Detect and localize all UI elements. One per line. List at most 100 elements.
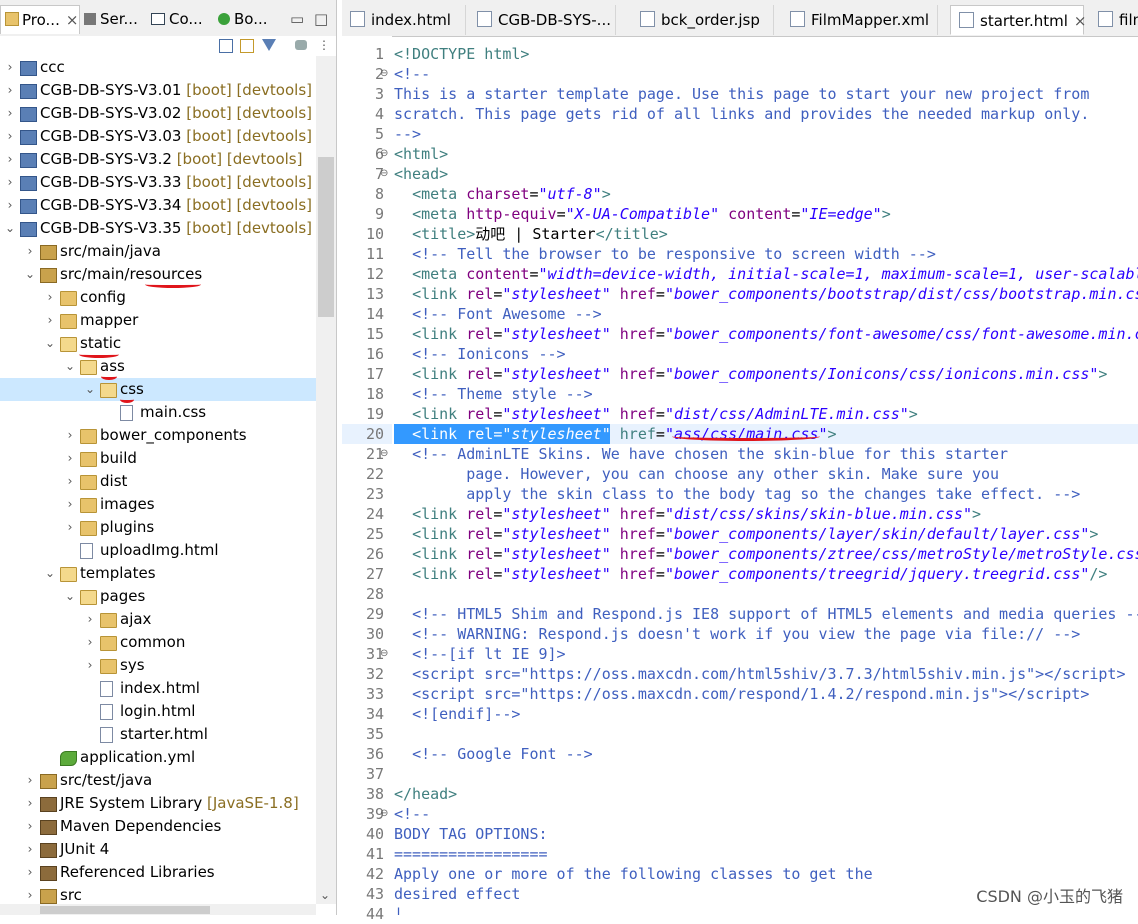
tab-starter-html[interactable]: starter.html × <box>950 5 1087 35</box>
focus-icon[interactable] <box>295 40 307 50</box>
tree-item[interactable]: › CGB-DB-SYS-V3.33 [boot] [devtools] <box>0 171 316 194</box>
tree-item[interactable]: ⌄ ass <box>0 355 316 378</box>
tab-filmi[interactable]: filmI <box>1090 5 1138 35</box>
collapse-all-icon[interactable] <box>219 39 233 53</box>
tree-item[interactable]: ⌄ css <box>0 378 316 401</box>
tree-item[interactable]: › CGB-DB-SYS-V3.02 [boot] [devtools] <box>0 102 316 125</box>
tree-item[interactable]: › CGB-DB-SYS-V3.2 [boot] [devtools] <box>0 148 316 171</box>
tree-item[interactable]: uploadImg.html <box>0 539 316 562</box>
filter-icon[interactable] <box>262 39 276 51</box>
fold-toggle-icon[interactable]: ⊖ <box>380 164 388 184</box>
chevron-right-icon[interactable]: › <box>64 447 76 470</box>
scrollbar-thumb[interactable] <box>40 906 210 914</box>
chevron-down-icon[interactable]: ⌄ <box>44 562 56 585</box>
chevron-right-icon[interactable]: › <box>44 286 56 309</box>
tree-item[interactable]: › plugins <box>0 516 316 539</box>
chevron-down-icon[interactable]: ⌄ <box>84 378 96 401</box>
chevron-right-icon[interactable]: › <box>24 815 36 838</box>
chevron-right-icon[interactable]: › <box>24 792 36 815</box>
tree-item[interactable]: › sys <box>0 654 316 677</box>
tree-item[interactable]: › CGB-DB-SYS-V3.01 [boot] [devtools] <box>0 79 316 102</box>
tree-item[interactable]: › CGB-DB-SYS-V3.34 [boot] [devtools] <box>0 194 316 217</box>
chevron-right-icon[interactable]: › <box>4 171 16 194</box>
tree-item[interactable]: › ccc <box>0 56 316 79</box>
chevron-right-icon[interactable]: › <box>24 838 36 861</box>
fold-toggle-icon[interactable]: ⊖ <box>380 64 388 84</box>
chevron-right-icon[interactable]: › <box>64 424 76 447</box>
lib-icon <box>40 866 57 881</box>
chevron-right-icon[interactable]: › <box>24 861 36 884</box>
tree-item[interactable]: › JRE System Library [JavaSE-1.8] <box>0 792 316 815</box>
fold-toggle-icon[interactable]: ⊖ <box>380 444 388 464</box>
tree-item[interactable]: ⌄ static <box>0 332 316 355</box>
chevron-right-icon[interactable]: › <box>4 79 16 102</box>
close-icon[interactable]: × <box>66 11 79 29</box>
tree-item[interactable]: › config <box>0 286 316 309</box>
tree-item[interactable]: › images <box>0 493 316 516</box>
fold-toggle-icon[interactable]: ⊖ <box>380 144 388 164</box>
view-menu-icon[interactable]: ⋮ <box>318 38 330 52</box>
chevron-right-icon[interactable]: › <box>84 631 96 654</box>
tree-item[interactable]: › Maven Dependencies <box>0 815 316 838</box>
line-number: 23 <box>365 485 384 503</box>
tree-item[interactable]: › Referenced Libraries <box>0 861 316 884</box>
chevron-right-icon[interactable]: › <box>64 516 76 539</box>
tab-boot-dashboard[interactable]: Bo... <box>218 5 280 33</box>
tree-item[interactable]: › bower_components <box>0 424 316 447</box>
tab-filmmapper-xml[interactable]: FilmMapper.xml <box>782 5 938 35</box>
tree-item[interactable]: › src <box>0 884 316 904</box>
tree-item[interactable]: › src/test/java <box>0 769 316 792</box>
tab-index-html[interactable]: index.html <box>342 5 466 35</box>
tab-servers[interactable]: Ser... <box>84 5 146 33</box>
close-icon[interactable]: × <box>1074 12 1087 30</box>
chevron-down-icon[interactable]: ⌄ <box>24 263 36 286</box>
chevron-down-icon[interactable]: ⌄ <box>44 332 56 355</box>
link-with-editor-icon[interactable] <box>240 39 254 53</box>
fold-toggle-icon[interactable]: ⊖ <box>380 644 388 664</box>
tree-item[interactable]: › src/main/java <box>0 240 316 263</box>
tree-item[interactable]: main.css <box>0 401 316 424</box>
tree-item[interactable]: › common <box>0 631 316 654</box>
tree-item[interactable]: › dist <box>0 470 316 493</box>
tab-project-explorer[interactable]: Pro... × <box>0 5 80 34</box>
chevron-right-icon[interactable]: › <box>24 884 36 904</box>
scrollbar-thumb[interactable] <box>318 157 334 317</box>
chevron-right-icon[interactable]: › <box>24 240 36 263</box>
chevron-right-icon[interactable]: › <box>24 769 36 792</box>
fold-toggle-icon[interactable]: ⊖ <box>380 804 388 824</box>
tree-item[interactable]: login.html <box>0 700 316 723</box>
tree-item[interactable]: application.yml <box>0 746 316 769</box>
chevron-right-icon[interactable]: › <box>4 56 16 79</box>
tree-item[interactable]: › build <box>0 447 316 470</box>
tree-vertical-scrollbar[interactable]: ⌄ <box>316 56 336 904</box>
chevron-right-icon[interactable]: › <box>4 194 16 217</box>
chevron-right-icon[interactable]: › <box>4 125 16 148</box>
chevron-right-icon[interactable]: › <box>84 654 96 677</box>
chevron-right-icon[interactable]: › <box>4 148 16 171</box>
tree-item[interactable]: › ajax <box>0 608 316 631</box>
chevron-right-icon[interactable]: › <box>4 102 16 125</box>
tree-item[interactable]: index.html <box>0 677 316 700</box>
chevron-right-icon[interactable]: › <box>84 608 96 631</box>
chevron-down-icon[interactable]: ⌄ <box>4 217 16 240</box>
tree-item[interactable]: ⌄ templates <box>0 562 316 585</box>
code-text-area[interactable]: <!DOCTYPE html> <!-- This is a starter tem… <box>394 36 1138 915</box>
tree-item[interactable]: ⌄ CGB-DB-SYS-V3.35 [boot] [devtools] <box>0 217 316 240</box>
tree-item[interactable]: starter.html <box>0 723 316 746</box>
chevron-right-icon[interactable]: › <box>64 470 76 493</box>
chevron-down-icon[interactable]: ⌄ <box>64 585 76 608</box>
tab-console[interactable]: Co... <box>151 5 213 33</box>
tree-item[interactable]: › JUnit 4 <box>0 838 316 861</box>
chevron-right-icon[interactable]: › <box>44 309 56 332</box>
maximize-button[interactable]: □ <box>314 5 330 33</box>
chevron-down-icon[interactable]: ⌄ <box>64 355 76 378</box>
tab-cgb-db-sys[interactable]: CGB-DB-SYS-... <box>469 5 616 35</box>
tree-horizontal-scrollbar[interactable] <box>0 904 316 915</box>
chevron-right-icon[interactable]: › <box>64 493 76 516</box>
tree-item[interactable]: › CGB-DB-SYS-V3.03 [boot] [devtools] <box>0 125 316 148</box>
minimize-button[interactable]: ▭ <box>290 5 306 33</box>
tree-item[interactable]: ⌄ pages <box>0 585 316 608</box>
tab-bck-order-jsp[interactable]: bck_order.jsp <box>632 5 774 35</box>
scroll-down-arrow[interactable]: ⌄ <box>320 888 330 902</box>
tree-item[interactable]: › mapper <box>0 309 316 332</box>
